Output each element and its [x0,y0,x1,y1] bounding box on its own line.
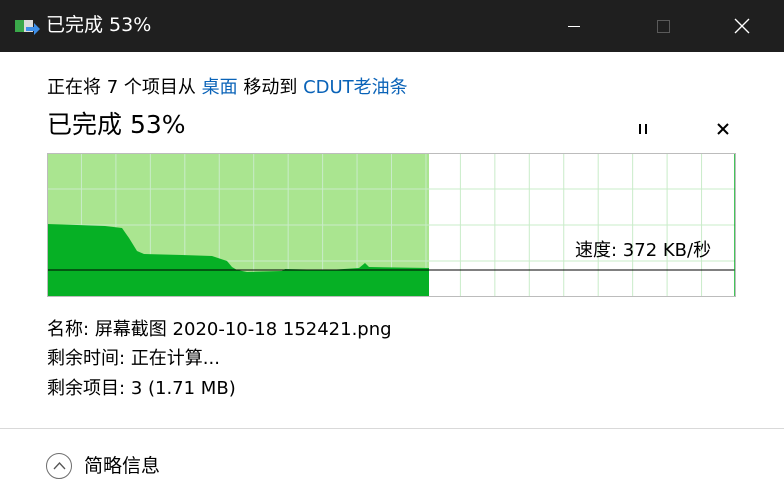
items-value: 3 (1.71 MB) [130,378,236,399]
close-window-button[interactable] [712,0,772,52]
copy-progress-window: 已完成 53% 正在将 7 个项目从 桌面 移动到 CDUT老油条 已完成 53… [0,0,784,502]
cancel-button[interactable] [712,118,734,140]
fewer-details-label[interactable]: 简略信息 [84,452,160,480]
pause-button[interactable] [632,118,654,140]
title-bar[interactable]: 已完成 53% [0,0,784,52]
footer-divider [0,428,784,429]
maximize-button [633,0,693,52]
file-move-icon [15,20,40,35]
name-value: 屏幕截图 2020-10-18 152421.png [94,319,392,340]
desc-middle: 移动到 [237,77,304,98]
fewer-details-toggle[interactable]: 简略信息 [46,451,160,481]
destination-folder-link[interactable]: CDUT老油条 [303,77,408,98]
name-label: 名称: [47,319,90,340]
speed-graph [47,153,736,297]
collapse-circle[interactable] [46,453,72,479]
speed-label: 速度: 372 KB/秒 [575,240,712,261]
pause-icon [639,124,647,134]
progress-title: 已完成 53% [47,110,186,139]
detail-name: 名称: 屏幕截图 2020-10-18 152421.png [47,316,392,344]
time-value: 正在计算... [130,348,220,369]
chevron-up-icon [53,462,66,470]
source-folder-link[interactable]: 桌面 [202,77,238,98]
items-label: 剩余项目: [47,378,126,399]
close-icon [717,123,729,135]
minimize-button[interactable] [544,0,604,52]
window-title: 已完成 53% [46,14,152,36]
detail-items-remaining: 剩余项目: 3 (1.71 MB) [47,375,236,403]
time-label: 剩余时间: [47,348,126,369]
maximize-icon [657,20,670,33]
detail-time-remaining: 剩余时间: 正在计算... [47,345,220,373]
minimize-icon [568,26,580,27]
desc-prefix: 正在将 7 个项目从 [47,77,202,98]
close-icon [734,18,750,34]
operation-description: 正在将 7 个项目从 桌面 移动到 CDUT老油条 [47,74,408,102]
